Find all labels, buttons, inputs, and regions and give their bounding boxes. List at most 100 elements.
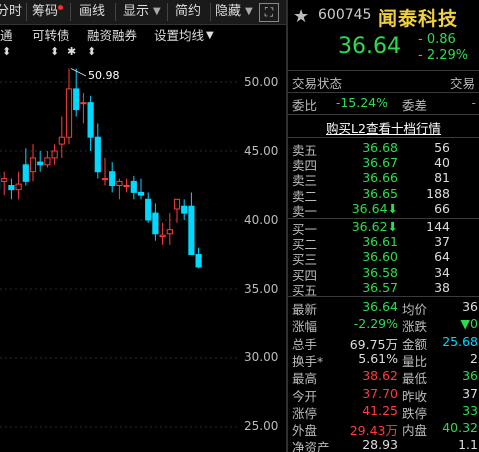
divider [288, 114, 479, 115]
stock-name: 闻泰科技 [378, 8, 459, 30]
stat-value: 40.32 [442, 420, 478, 436]
candle-body[interactable] [87, 102, 94, 138]
candle-body[interactable] [94, 136, 101, 173]
candle-body[interactable] [159, 234, 166, 238]
stat-label: 外盘 [292, 423, 318, 439]
candle-body[interactable] [166, 229, 173, 235]
sell-volume: 66 [434, 200, 450, 216]
star-icon[interactable]: ★ [293, 6, 309, 27]
current-price: 36.64 [338, 34, 401, 59]
candle-body[interactable] [188, 205, 195, 255]
kline-chart-panel: 分时 筹码 画线 显示 ▼ 简约 隐藏 ▼ ⛶ 通 可转债 融资融券 设置均线 … [0, 0, 286, 452]
stat-value: 5.61% [358, 350, 398, 366]
candle-body[interactable] [58, 136, 65, 145]
candle-body[interactable] [145, 198, 152, 221]
candle-body[interactable] [65, 88, 73, 138]
sell-price: 36.68 [362, 140, 398, 155]
candle-body[interactable] [137, 191, 145, 196]
candle-body[interactable] [130, 180, 137, 193]
stat-value: -2.29% [353, 316, 398, 332]
stat-value: 2 [470, 350, 478, 366]
sell-volume: 56 [434, 140, 450, 155]
stat-row: 总手 69.75万 金额 25.68 [288, 334, 479, 352]
candle-body[interactable] [109, 171, 116, 186]
stat-value: 37.70 [362, 385, 398, 401]
candle-body[interactable] [181, 205, 188, 214]
stat-label: 涨幅 [292, 319, 318, 335]
buy-price: 36.60 [362, 249, 398, 265]
buy-price: 36.58 [362, 264, 398, 280]
stat-label: 最高 [292, 371, 318, 387]
stat-label: 涨停 [292, 405, 318, 421]
candle-body[interactable] [1, 178, 8, 182]
candle-body[interactable] [123, 185, 130, 187]
sell-price: 36.67 [362, 155, 398, 171]
order-ratio-row: 委比 -15.24% 委差 - [288, 95, 479, 113]
order-ratio-value: -15.24% [335, 95, 388, 110]
stock-code: 600745 [318, 7, 372, 23]
sell-price: 36.66 [362, 170, 398, 186]
buy-volume: 38 [434, 279, 450, 295]
y-tick-label: 35.00 [244, 282, 279, 296]
divider [288, 70, 479, 71]
stat-label: 内盘 [402, 423, 428, 439]
candle-body[interactable] [152, 212, 159, 235]
buy-l2-link[interactable]: 购买L2查看十档行情 [288, 118, 479, 137]
stat-label: 跌停 [402, 405, 428, 421]
y-tick-label: 45.00 [244, 144, 279, 158]
y-tick-label: 30.00 [244, 350, 279, 364]
stat-value: 36 [462, 299, 478, 314]
sell-level-label: 卖一 [292, 203, 318, 219]
price-change: - 0.86 [418, 32, 456, 47]
stat-value: 41.25 [362, 402, 398, 418]
divider [288, 296, 479, 297]
sell-volume: 81 [434, 170, 450, 186]
buy-price: 36.62⬇ [351, 219, 398, 234]
trade-status-label-2: 交易 [450, 76, 476, 91]
high-price-label: 50.98 [88, 69, 120, 82]
candle-body[interactable] [116, 180, 123, 187]
candle-body[interactable] [8, 185, 15, 191]
candle-body[interactable] [80, 102, 87, 105]
order-diff-label: 委差 [402, 98, 428, 113]
stat-label: 今开 [292, 388, 318, 404]
stat-label: 昨收 [402, 388, 428, 404]
divider [288, 92, 479, 93]
y-tick-label: 25.00 [244, 419, 279, 433]
stat-row: 净资产 28.93 1.1 [288, 437, 479, 452]
buy-volume: 144 [426, 219, 450, 234]
buy-price: 36.57 [362, 279, 398, 295]
stat-value: 38.62 [362, 368, 398, 384]
candle-body[interactable] [15, 183, 22, 191]
stat-label: 金额 [402, 336, 428, 352]
high-label-pointer [70, 68, 87, 77]
stat-row: 今开 37.70 昨收 37 [288, 386, 479, 404]
stat-row: 涨幅 -2.29% 涨跌 ▼0 [288, 316, 479, 334]
candle-body[interactable] [44, 157, 51, 166]
candle-body[interactable] [51, 150, 58, 159]
candle-body[interactable] [173, 198, 181, 210]
stat-row: 换手* 5.61% 量比 2 [288, 351, 479, 369]
stat-label: 总手 [292, 336, 318, 352]
stat-label: 最新 [292, 302, 318, 317]
candle-body[interactable] [37, 161, 44, 166]
candle-body[interactable] [22, 164, 29, 182]
candle-body[interactable] [101, 178, 109, 181]
stat-row: 最高 38.62 最低 36 [288, 368, 479, 386]
price-change-percent: - 2.29% [418, 48, 469, 63]
buy-volume: 37 [434, 234, 450, 250]
stat-value: ▼0 [460, 316, 478, 332]
candle-body[interactable] [195, 254, 202, 268]
buy-volume: 64 [434, 249, 450, 265]
trade-status-row: 交易状态 交易 [288, 73, 479, 91]
candle-body[interactable] [73, 88, 80, 111]
buy-price: 36.61 [362, 234, 398, 250]
y-tick-label: 40.00 [244, 213, 279, 227]
buy-volume: 34 [434, 264, 450, 280]
candle-body[interactable] [29, 157, 37, 173]
stat-row: 外盘 29.43万 内盘 40.32 [288, 420, 479, 438]
quote-panel: ★ 600745 闻泰科技 36.64 - 0.86 - 2.29% 交易状态 … [288, 0, 479, 452]
stat-value: 36.64 [362, 299, 398, 314]
sell-order-row[interactable]: 卖一 36.64⬇ 66 [288, 201, 479, 219]
stat-value: 28.93 [362, 437, 398, 452]
